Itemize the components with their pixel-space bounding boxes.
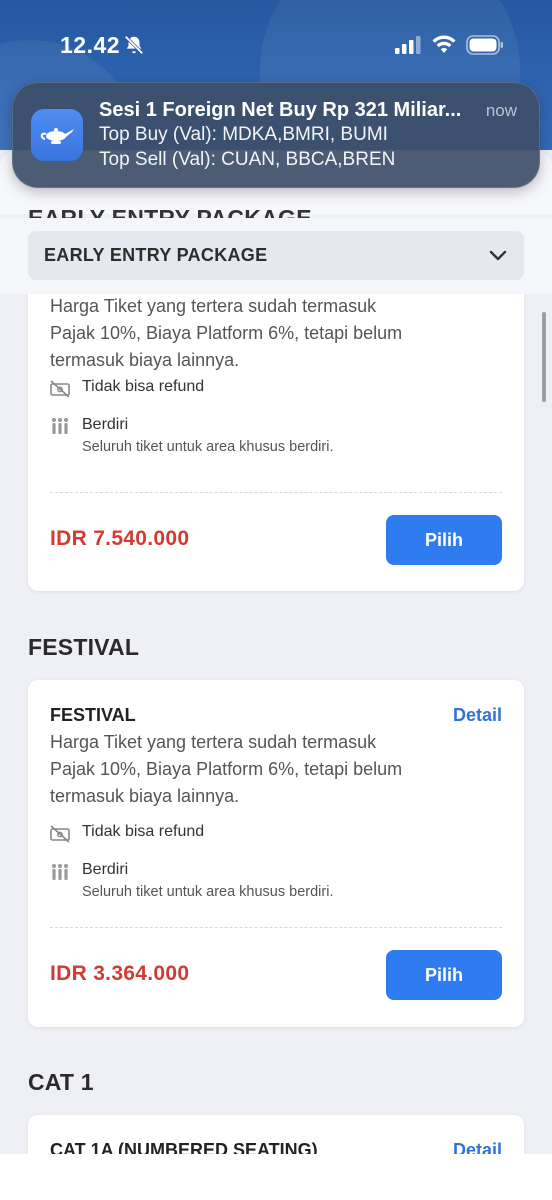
- status-bar: 12.42: [0, 0, 552, 80]
- standing-people-icon: [52, 864, 68, 880]
- ticket-list: EARLY ENTRY PACKAGE Harga Tiket yang ter…: [0, 150, 552, 1175]
- ticket-card-festival: FESTIVAL Detail Harga Tiket yang tertera…: [28, 680, 524, 1027]
- refund-policy-label: Tidak bisa refund: [82, 378, 205, 395]
- notification-time: now: [485, 101, 517, 120]
- divider: [50, 927, 502, 928]
- battery-icon: [466, 35, 503, 55]
- package-selector-bar: EARLY ENTRY PACKAGE: [0, 218, 552, 294]
- ticket-name: FESTIVAL: [50, 705, 136, 725]
- detail-link[interactable]: Detail: [453, 705, 502, 726]
- section-title-cat1: CAT 1: [28, 1069, 94, 1095]
- no-refund-icon: [50, 825, 70, 843]
- select-ticket-button[interactable]: Pilih: [386, 950, 502, 1000]
- push-notification[interactable]: Sesi 1 Foreign Net Buy Rp 321 Miliar... …: [12, 82, 540, 188]
- scrolled-section-title: EARLY ENTRY PACKAGE: [28, 205, 312, 218]
- app-icon: [31, 109, 83, 161]
- section-title-festival: FESTIVAL: [28, 634, 140, 660]
- bell-off-icon: [124, 35, 144, 55]
- no-refund-icon: [50, 380, 70, 398]
- ticket-description: Harga Tiket yang tertera sudah termasuk …: [50, 732, 403, 806]
- refund-policy-label: Tidak bisa refund: [82, 823, 205, 840]
- divider: [50, 492, 502, 493]
- scrollbar[interactable]: [542, 312, 546, 402]
- standing-people-icon: [52, 418, 68, 434]
- select-ticket-button[interactable]: Pilih: [386, 515, 502, 565]
- notification-line: Top Sell (Val): CUAN, BBCA,BREN: [99, 149, 396, 170]
- chevron-down-icon: [489, 250, 507, 261]
- standing-description: Seluruh tiket untuk area khusus berdiri.: [82, 884, 334, 900]
- package-dropdown-value: EARLY ENTRY PACKAGE: [44, 245, 268, 265]
- magic-lamp-icon: [40, 128, 74, 144]
- standing-label: Berdiri: [82, 861, 129, 878]
- notification-line: Top Buy (Val): MDKA,BMRI, BUMI: [99, 124, 388, 145]
- notification-title: Sesi 1 Foreign Net Buy Rp 321 Miliar...: [99, 99, 462, 121]
- bottom-area: [0, 1154, 552, 1200]
- ticket-price: IDR 3.364.000: [50, 962, 190, 985]
- standing-label: Berdiri: [82, 416, 129, 433]
- standing-description: Seluruh tiket untuk area khusus berdiri.: [82, 439, 334, 455]
- status-time: 12.42: [60, 32, 121, 58]
- ticket-card-early-entry: Harga Tiket yang tertera sudah termasuk …: [28, 270, 524, 591]
- wifi-icon: [432, 35, 456, 53]
- ticket-price: IDR 7.540.000: [50, 527, 190, 550]
- package-dropdown[interactable]: EARLY ENTRY PACKAGE: [28, 231, 524, 280]
- signal-icon: [395, 36, 421, 54]
- ticket-description: Harga Tiket yang tertera sudah termasuk …: [50, 296, 403, 370]
